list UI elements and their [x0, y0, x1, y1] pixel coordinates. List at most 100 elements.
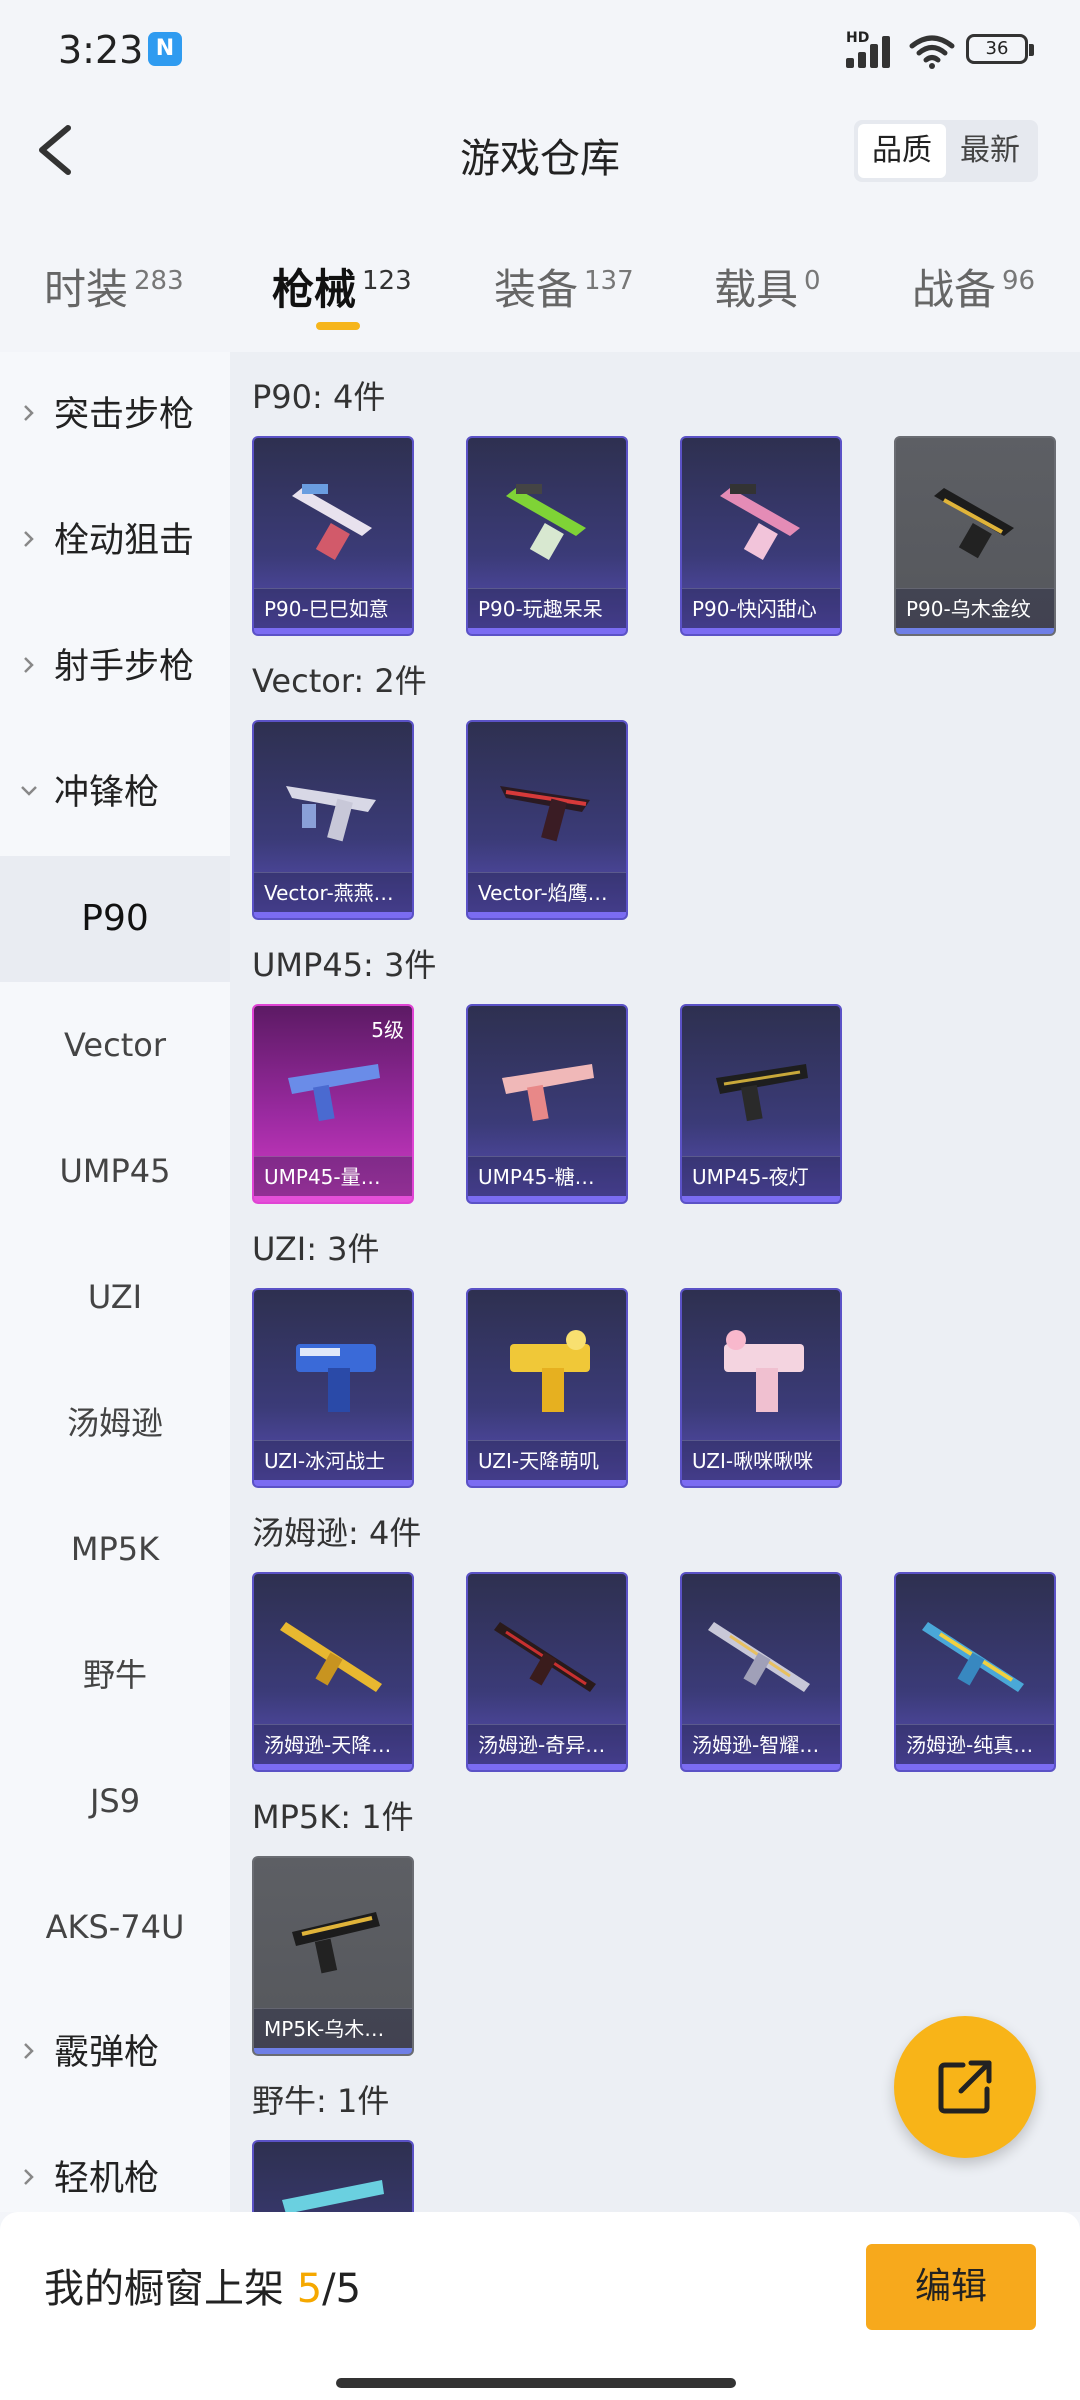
item-card[interactable]: 汤姆逊-智耀… [680, 1572, 842, 1772]
item-card[interactable]: P90-巳巳如意 [252, 436, 414, 636]
item-card[interactable]: 汤姆逊-纯真… [894, 1572, 1056, 1772]
rarity-bar [896, 1764, 1054, 1770]
p90-skin-image [292, 484, 372, 560]
sidebar: 突击步枪 栓动狙击 射手步枪 冲锋枪 P90 Vector UMP45 UZI … [0, 352, 230, 2212]
rarity-bar [682, 1764, 840, 1770]
section-label-p90: P90: 4件 [252, 378, 386, 416]
rarity-bar [254, 628, 412, 634]
share-button[interactable] [894, 2016, 1036, 2158]
item-name: MP5K-乌木… [254, 2008, 412, 2048]
section-label-ump45: UMP45: 3件 [252, 946, 437, 984]
section-label-vector: Vector: 2件 [252, 662, 427, 700]
sidebar-subitem-bizon[interactable]: 野牛 [0, 1612, 230, 1738]
item-card[interactable]: 汤姆逊-奇异… [466, 1572, 628, 1772]
item-card[interactable]: P90-玩趣呆呆 [466, 436, 628, 636]
sidebar-item-assault-rifle[interactable]: 突击步枪 [0, 352, 230, 478]
sidebar-item-shotgun[interactable]: 霰弹枪 [0, 1990, 230, 2116]
item-name: UZI-啾咪啾咪 [682, 1440, 840, 1480]
tab-count: 96 [1002, 266, 1036, 296]
tab-count: 0 [804, 266, 821, 296]
bizon-skin-image [282, 2180, 384, 2212]
sidebar-subitem-p90[interactable]: P90 [0, 856, 230, 982]
p90-skin-image [934, 488, 1014, 559]
rarity-bar [254, 1196, 412, 1202]
home-indicator[interactable] [336, 2378, 736, 2388]
item-name: Vector-焰鹰… [468, 872, 626, 912]
tab-vehicles[interactable]: 载具 0 [714, 256, 821, 326]
item-card[interactable]: UZI-啾咪啾咪 [680, 1288, 842, 1488]
share-icon [938, 2060, 992, 2114]
section-label-uzi: UZI: 3件 [252, 1230, 380, 1268]
showcase-total: /5 [322, 2266, 362, 2312]
chevron-down-icon [21, 786, 37, 796]
item-name: UMP45-量… [254, 1156, 412, 1196]
tab-equipment[interactable]: 装备 137 [494, 256, 634, 326]
rarity-bar [254, 1480, 412, 1486]
sidebar-subitem-ump45[interactable]: UMP45 [0, 1108, 230, 1234]
item-card[interactable] [252, 2140, 414, 2212]
vector-skin-image [500, 786, 590, 842]
rarity-bar [682, 1196, 840, 1202]
category-tabs: 时装 283 枪械 123 装备 137 载具 0 战备 96 [0, 240, 1080, 340]
thompson-skin-image [708, 1622, 810, 1692]
item-name: 汤姆逊-智耀… [682, 1724, 840, 1764]
ump45-skin-image [288, 1064, 380, 1122]
sort-newest-button[interactable]: 最新 [946, 124, 1034, 178]
battery-icon: 36 [966, 34, 1034, 64]
sidebar-subitem-vector[interactable]: Vector [0, 982, 230, 1108]
tab-firearms[interactable]: 枪械 123 [272, 256, 412, 326]
thompson-skin-image [494, 1622, 596, 1692]
mp5k-skin-image [292, 1912, 380, 1974]
item-name: 汤姆逊-天降… [254, 1724, 412, 1764]
sidebar-subitem-js9[interactable]: JS9 [0, 1738, 230, 1864]
item-card[interactable]: UZI-冰河战士 [252, 1288, 414, 1488]
item-card[interactable]: UMP45-糖… [466, 1004, 628, 1204]
uzi-skin-image [724, 1330, 804, 1412]
chevron-right-icon [24, 2169, 34, 2185]
item-card[interactable]: 汤姆逊-天降… [252, 1572, 414, 1772]
rarity-bar [896, 628, 1054, 634]
sidebar-item-marksman-rifle[interactable]: 射手步枪 [0, 604, 230, 730]
rarity-bar [468, 1196, 626, 1202]
item-card[interactable]: MP5K-乌木… [252, 1856, 414, 2056]
tab-combat-gear[interactable]: 战备 96 [912, 256, 1035, 326]
item-grid: P90: 4件 P90-巳巳如意 P90-玩趣呆呆 P90-快闪甜心 P90-乌… [230, 352, 1080, 2212]
tab-count: 137 [584, 266, 634, 296]
item-card[interactable]: Vector-焰鹰… [466, 720, 628, 920]
showcase-status: 我的橱窗上架 5/5 [44, 2256, 361, 2314]
showcase-bar: 我的橱窗上架 5/5 编辑 [0, 2212, 1080, 2400]
item-card[interactable]: UZI-天降萌叽 [466, 1288, 628, 1488]
wifi-icon [909, 35, 955, 69]
sort-quality-button[interactable]: 品质 [858, 124, 946, 178]
sidebar-item-label: 轻机枪 [54, 2159, 160, 2199]
item-card[interactable]: Vector-燕燕… [252, 720, 414, 920]
sidebar-subitem-mp5k[interactable]: MP5K [0, 1486, 230, 1612]
item-card[interactable]: P90-快闪甜心 [680, 436, 842, 636]
system-icons: HD 36 [840, 26, 1040, 70]
p90-skin-image [506, 484, 586, 560]
item-card[interactable]: UMP45-夜灯 [680, 1004, 842, 1204]
rarity-bar [468, 912, 626, 918]
rarity-bar [682, 628, 840, 634]
sidebar-item-bolt-sniper[interactable]: 栓动狙击 [0, 478, 230, 604]
active-tab-indicator [316, 322, 360, 330]
sidebar-subitem-thompson[interactable]: 汤姆逊 [0, 1360, 230, 1486]
rarity-bar [254, 2048, 412, 2054]
sidebar-item-label: 射手步枪 [54, 647, 195, 687]
item-card[interactable]: P90-乌木金纹 [894, 436, 1056, 636]
sidebar-subitem-aks74u[interactable]: AKS-74U [0, 1864, 230, 1990]
chevron-right-icon [24, 531, 34, 547]
sidebar-item-smg[interactable]: 冲锋枪 [0, 730, 230, 856]
status-bar: 3:23 N HD 36 [0, 0, 1080, 100]
item-name: P90-乌木金纹 [896, 588, 1054, 628]
rarity-bar [682, 1480, 840, 1486]
ump45-skin-image [502, 1064, 594, 1122]
tab-label: 载具 [714, 265, 799, 314]
item-card[interactable]: 5级 UMP45-量… [252, 1004, 414, 1204]
tab-count: 123 [362, 266, 412, 296]
edit-button[interactable]: 编辑 [866, 2244, 1036, 2330]
sidebar-subitem-uzi[interactable]: UZI [0, 1234, 230, 1360]
header: 游戏仓库 品质 最新 [0, 100, 1080, 200]
sidebar-item-label: 霰弹枪 [54, 2033, 160, 2073]
tab-fashion[interactable]: 时装 283 [44, 256, 184, 326]
